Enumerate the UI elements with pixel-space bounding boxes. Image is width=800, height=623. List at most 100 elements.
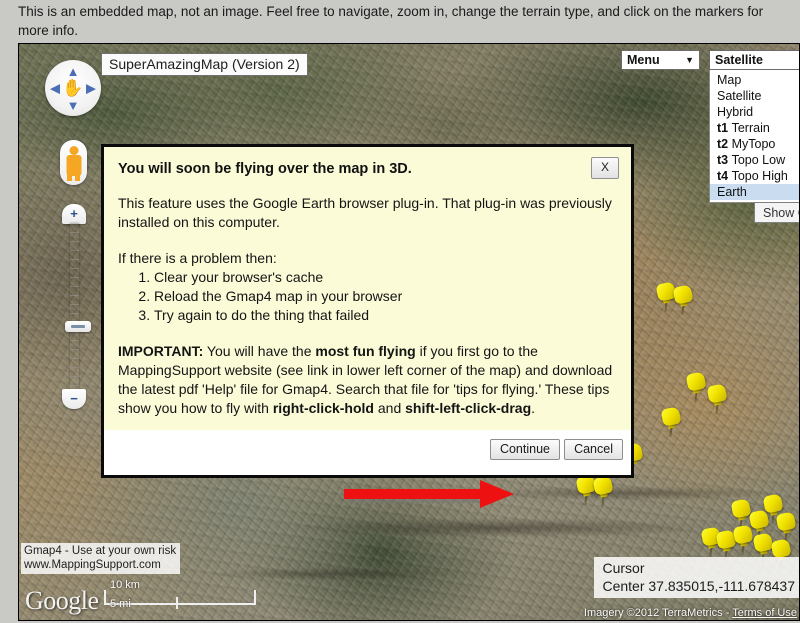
scale-label-km: 10 km [110, 579, 140, 591]
dialog-footer: Continue Cancel [104, 430, 631, 475]
maptype-option-topo-low[interactable]: t3 Topo Low [710, 152, 799, 168]
dialog-list-item: Reload the Gmap4 map in your browser [154, 287, 616, 306]
marker-head-icon [775, 511, 797, 532]
pan-right-icon[interactable]: ▶ [86, 82, 96, 95]
dialog-body: You will soon be flying over the map in … [104, 147, 631, 436]
zoom-control[interactable]: + − [62, 204, 91, 409]
pan-up-icon[interactable]: ▲ [67, 65, 80, 78]
important-bold-1: most fun flying [315, 343, 416, 359]
marker-head-icon [685, 371, 707, 392]
maptype-dropdown-list[interactable]: Map Satellite Hybrid t1 Terrain t2 MyTopo t3 … [709, 70, 799, 203]
scale-bar-tick [176, 597, 178, 609]
scale-label-mi: 5 mi [110, 598, 131, 610]
maptype-option-terrain[interactable]: t1 Terrain [710, 120, 799, 136]
pegman-street-view-control[interactable] [60, 140, 87, 185]
terms-of-use-link[interactable]: Terms of Use [732, 607, 797, 619]
zoom-in-button[interactable]: + [62, 204, 86, 224]
pan-left-icon[interactable]: ◀ [50, 82, 60, 95]
hand-icon[interactable]: ✋ [62, 80, 83, 97]
maptype-option-label: Topo Low [731, 153, 786, 167]
chevron-down-icon: ▼ [685, 55, 694, 65]
map-marker-pin[interactable] [592, 475, 614, 507]
map-marker-pin[interactable] [672, 284, 694, 316]
important-text-4: . [531, 400, 536, 416]
maptype-option-label: MyTopo [731, 137, 776, 151]
map-credit-box: Gmap4 - Use at your own risk www.Mapping… [21, 543, 181, 574]
pegman-leg-left-icon [67, 173, 72, 181]
maptype-option-mytopo[interactable]: t2 MyTopo [710, 136, 799, 152]
map-marker-pin[interactable] [660, 406, 682, 438]
maptype-option-prefix: t4 [717, 169, 732, 183]
maptype-option-prefix: t1 [717, 121, 732, 135]
maptype-option-label: Satellite [717, 89, 762, 103]
marker-head-icon [732, 524, 754, 545]
zoom-slider-track[interactable] [65, 223, 91, 391]
maptype-option-topo-high[interactable]: t4 Topo High [710, 168, 799, 184]
close-icon[interactable]: X [591, 157, 619, 179]
marker-head-icon [672, 284, 694, 305]
maptype-option-hybrid[interactable]: Hybrid [710, 104, 799, 120]
important-text-3: and [373, 400, 406, 416]
menu-button[interactable]: Menu ▼ [621, 50, 700, 70]
maptype-option-map[interactable]: Map [710, 72, 799, 88]
map-credit-line-2[interactable]: www.MappingSupport.com [24, 558, 176, 572]
maptype-option-label: Topo High [731, 169, 788, 183]
marker-head-icon [592, 475, 614, 496]
map-marker-pin[interactable] [685, 371, 707, 403]
imagery-attribution-text: Imagery ©2012 TerraMetrics - [583, 607, 733, 619]
important-bold-3: shift-left-click-drag [405, 400, 532, 416]
map-marker-pin[interactable] [732, 524, 754, 556]
important-text-1: You will have the [203, 343, 316, 359]
map-title-label: SuperAmazingMap (Version 2) [101, 53, 308, 76]
cursor-label: Cursor [602, 560, 645, 576]
dialog-title: You will soon be flying over the map in … [118, 161, 412, 177]
imagery-attribution: Imagery ©2012 TerraMetrics - Terms of Us… [584, 607, 797, 619]
maptype-option-label: Terrain [731, 121, 770, 135]
zoom-slider-thumb[interactable] [65, 321, 91, 332]
dialog-important-paragraph: IMPORTANT: You will have the most fun fl… [118, 342, 616, 418]
dialog-list-item: Clear your browser's cache [154, 268, 616, 287]
map-marker-pin[interactable] [775, 511, 797, 543]
maptype-option-prefix: t2 [717, 137, 732, 151]
maptype-selector-button[interactable]: Satellite ▼ [709, 50, 799, 70]
map-frame: ▲ ▼ ◀ ▶ ✋ + − SuperAmazingMap (Version 2… [18, 43, 800, 621]
maptype-option-label: Map [717, 73, 742, 87]
maptype-option-prefix: t3 [717, 153, 732, 167]
map-marker-pin[interactable] [706, 383, 728, 415]
pegman-leg-right-icon [75, 173, 80, 181]
cancel-button[interactable]: Cancel [564, 439, 623, 460]
scale-bar: 10 km 5 mi [104, 579, 256, 614]
pegman-head-icon [69, 146, 78, 155]
marker-head-icon [762, 493, 784, 514]
continue-button[interactable]: Continue [489, 439, 560, 460]
maptype-selector-label: Satellite [715, 53, 763, 67]
important-bold-2: right-click-hold [272, 400, 374, 416]
map-canvas[interactable]: ▲ ▼ ◀ ▶ ✋ + − SuperAmazingMap (Version 2… [19, 44, 799, 620]
arrow-shaft [344, 489, 484, 499]
maptype-option-label: Earth [717, 185, 747, 199]
marker-head-icon [770, 538, 792, 559]
maptype-option-label: Hybrid [717, 105, 754, 119]
dialog-troubleshooting-list: Clear your browser's cacheReload the Gma… [118, 268, 616, 325]
pan-control[interactable]: ▲ ▼ ◀ ▶ ✋ [45, 60, 101, 116]
map-center-coordinates: Center 37.835015,-111.678437 [602, 578, 795, 594]
dialog-list-item: Try again to do the thing that failed [154, 306, 616, 325]
intro-paragraph: This is an embedded map, not an image. F… [18, 4, 764, 38]
dialog-list-intro: If there is a problem then: [118, 250, 277, 266]
earth-plugin-dialog: You will soon be flying over the map in … [101, 144, 634, 478]
menu-button-label: Menu [627, 53, 660, 67]
maptype-option-earth[interactable]: Earth [710, 184, 799, 200]
show-grid-button[interactable]: Show G [754, 202, 799, 223]
red-arrow-annotation [344, 480, 519, 508]
marker-head-icon [706, 383, 728, 404]
dialog-paragraph-1: This feature uses the Google Earth brows… [118, 195, 612, 230]
maptype-option-satellite[interactable]: Satellite [710, 88, 799, 104]
page-root: This is an embedded map, not an image. F… [0, 0, 800, 623]
marker-head-icon [660, 406, 682, 427]
important-label: IMPORTANT: [118, 343, 204, 359]
pan-down-icon[interactable]: ▼ [67, 99, 80, 112]
zoom-out-button[interactable]: − [62, 389, 86, 409]
google-logo: Google [25, 586, 99, 615]
map-credit-line-1: Gmap4 - Use at your own risk [24, 545, 177, 557]
cursor-readout-box: Cursor Center 37.835015,-111.678437 [594, 557, 799, 598]
